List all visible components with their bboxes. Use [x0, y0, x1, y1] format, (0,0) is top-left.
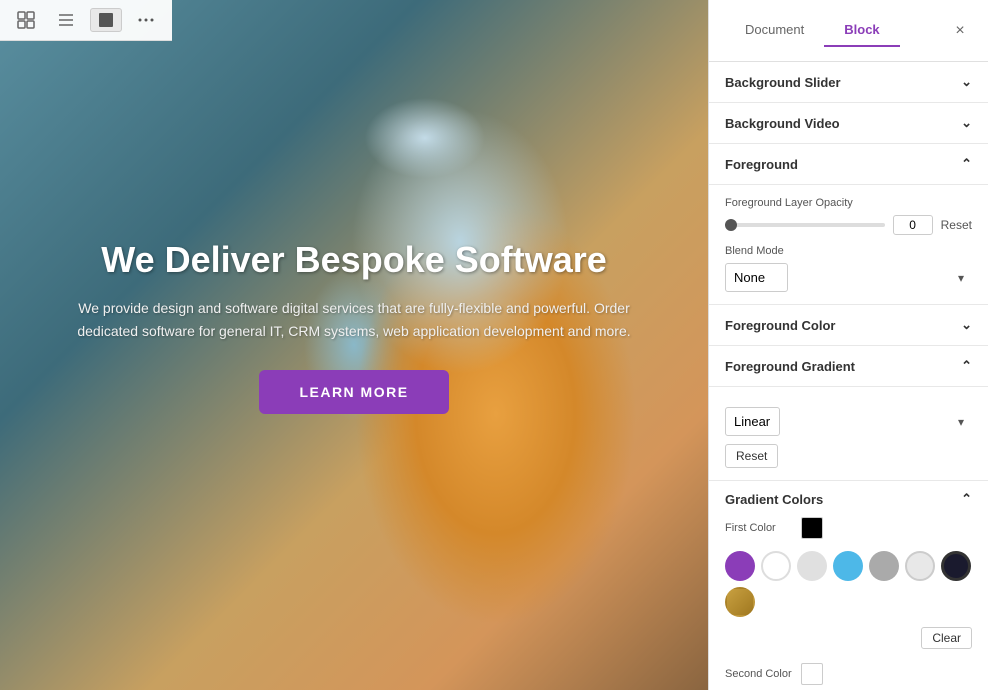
- foreground-gradient-section[interactable]: Foreground Gradient ⌃: [709, 346, 988, 387]
- list-layout-button[interactable]: [50, 8, 82, 32]
- palette-light-blue[interactable]: [833, 551, 863, 581]
- gradient-colors-label: Gradient Colors: [725, 492, 823, 507]
- background-slider-section[interactable]: Background Slider ⌄: [709, 62, 988, 103]
- palette-white[interactable]: [761, 551, 791, 581]
- background-video-section[interactable]: Background Video ⌄: [709, 103, 988, 144]
- first-color-clear-button[interactable]: Clear: [921, 627, 972, 649]
- main-content-area: We Deliver Bespoke Software We provide d…: [0, 0, 708, 690]
- blend-mode-label: Blend Mode: [725, 245, 972, 257]
- foreground-gradient-chevron: ⌃: [961, 358, 972, 374]
- toolbar: [0, 0, 172, 41]
- opacity-slider-row: Reset: [725, 215, 972, 235]
- block-layout-button[interactable]: [90, 8, 122, 32]
- background-slider-chevron: ⌄: [961, 74, 972, 90]
- foreground-body: Foreground Layer Opacity Reset Blend Mod…: [709, 185, 988, 305]
- gradient-colors-chevron: ⌃: [961, 491, 972, 507]
- opacity-value-input[interactable]: [893, 215, 933, 235]
- background-slider-label: Background Slider: [725, 75, 841, 90]
- gradient-reset-button[interactable]: Reset: [725, 444, 778, 468]
- opacity-slider[interactable]: [725, 223, 885, 227]
- foreground-color-label: Foreground Color: [725, 318, 836, 333]
- first-color-label: First Color: [725, 522, 795, 534]
- tab-block[interactable]: Block: [824, 14, 899, 47]
- grid-layout-button[interactable]: [10, 8, 42, 32]
- palette-light-gray[interactable]: [797, 551, 827, 581]
- close-button[interactable]: ×: [948, 19, 972, 43]
- first-color-swatch[interactable]: [801, 517, 823, 539]
- more-options-button[interactable]: [130, 8, 162, 32]
- gradient-type-row: Linear Radial: [725, 407, 972, 436]
- palette-purple[interactable]: [725, 551, 755, 581]
- gradient-colors-header: Gradient Colors ⌃: [709, 481, 988, 513]
- foreground-color-chevron: ⌄: [961, 317, 972, 333]
- palette-very-light-gray[interactable]: [905, 551, 935, 581]
- background-video-chevron: ⌄: [961, 115, 972, 131]
- hero-subtitle: We provide design and software digital s…: [54, 297, 654, 342]
- color-palette: [709, 545, 988, 627]
- blend-mode-select-wrapper: None Multiply Screen Overlay: [725, 263, 972, 292]
- foreground-section[interactable]: Foreground ⌃: [709, 144, 988, 185]
- palette-gray[interactable]: [869, 551, 899, 581]
- palette-dark-navy[interactable]: [941, 551, 971, 581]
- foreground-color-section[interactable]: Foreground Color ⌄: [709, 305, 988, 346]
- foreground-gradient-body: Linear Radial Reset: [709, 387, 988, 481]
- settings-panel: Document Block × Background Slider ⌄ Bac…: [708, 0, 988, 690]
- learn-more-button[interactable]: LEARN MORE: [259, 370, 448, 414]
- opacity-reset-link[interactable]: Reset: [941, 218, 972, 232]
- foreground-chevron: ⌃: [961, 156, 972, 172]
- blend-mode-select[interactable]: None Multiply Screen Overlay: [725, 263, 788, 292]
- foreground-gradient-label: Foreground Gradient: [725, 359, 855, 374]
- tab-document[interactable]: Document: [725, 14, 824, 47]
- first-color-row: First Color: [709, 513, 988, 543]
- second-color-swatch[interactable]: [801, 663, 823, 685]
- gradient-type-select-wrapper: Linear Radial: [725, 407, 972, 436]
- second-color-label: Second Color: [725, 668, 795, 680]
- gradient-type-select[interactable]: Linear Radial: [725, 407, 780, 436]
- background-video-label: Background Video: [725, 116, 840, 131]
- hero-content: We Deliver Bespoke Software We provide d…: [54, 238, 654, 414]
- second-color-row: Second Color: [709, 657, 988, 690]
- palette-gold[interactable]: [725, 587, 755, 617]
- opacity-label: Foreground Layer Opacity: [725, 197, 972, 209]
- hero-title: We Deliver Bespoke Software: [54, 238, 654, 281]
- panel-header: Document Block ×: [709, 0, 988, 62]
- foreground-label: Foreground: [725, 157, 798, 172]
